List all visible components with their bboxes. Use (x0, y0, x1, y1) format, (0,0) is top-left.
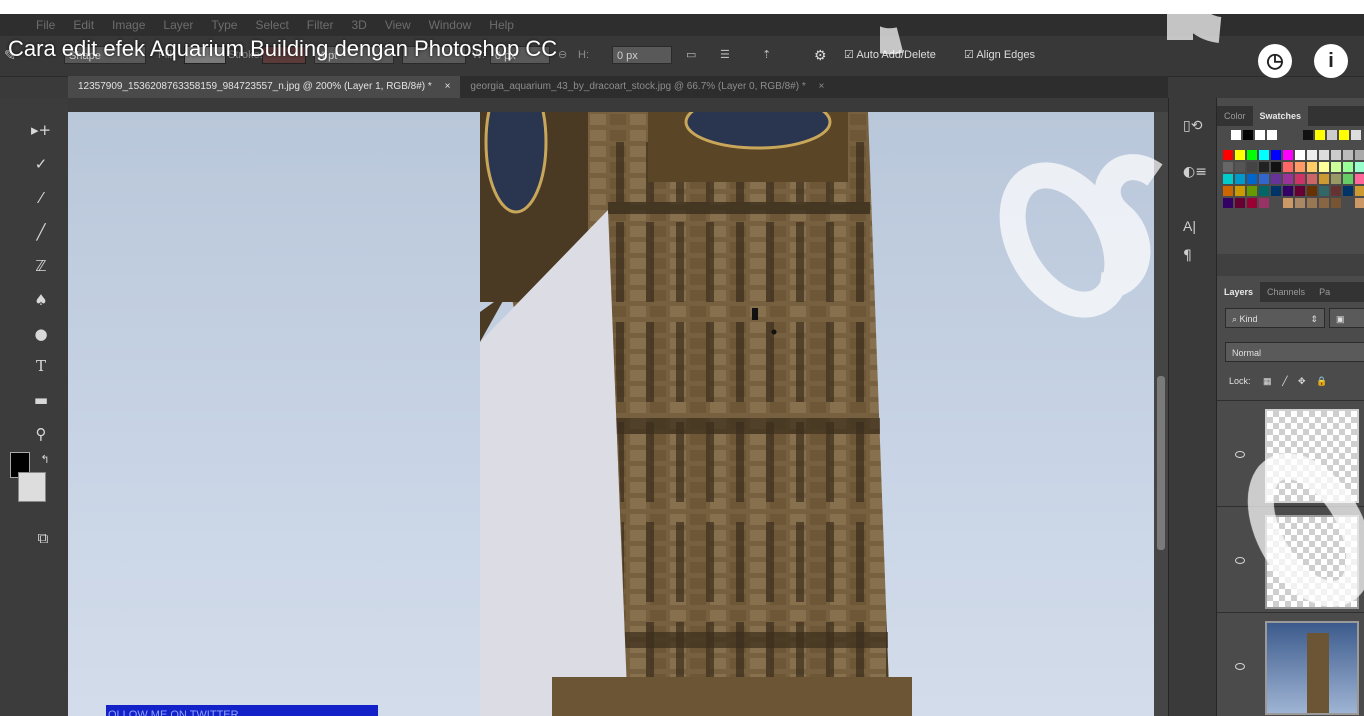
link-icon[interactable]: ⊖ (558, 46, 567, 64)
zoom-icon[interactable]: ⚲ (28, 422, 54, 446)
layer-kind-filter[interactable]: ⌕ Kind ⇕ (1225, 308, 1325, 328)
document-tab-bar: 12357909_1536208763358159_984723557_n.jp… (68, 76, 1168, 98)
h-label: H: (578, 49, 589, 61)
tab-channels[interactable]: Channels (1260, 282, 1312, 302)
menu-window[interactable]: Window (429, 18, 472, 32)
eye-icon[interactable] (1235, 663, 1245, 670)
layer-row[interactable] (1217, 506, 1364, 611)
close-icon[interactable]: × (819, 81, 825, 92)
layer-row[interactable] (1217, 612, 1364, 716)
height-field[interactable]: 0 px (612, 46, 672, 64)
scrollbar-thumb[interactable] (1157, 376, 1165, 550)
panel-divider (1217, 254, 1364, 276)
type-tool-icon[interactable]: T (28, 354, 54, 378)
paint-bucket-icon[interactable]: ♠ (28, 288, 54, 312)
layer-thumbnail-photo (1265, 621, 1359, 715)
background-color[interactable] (18, 472, 46, 502)
eye-icon[interactable] (1235, 451, 1245, 458)
document-tab[interactable]: georgia_aquarium_43_by_dracoart_stock.jp… (460, 76, 834, 98)
character-panel-icon[interactable]: A| (1183, 218, 1196, 234)
lock-transparent-icon[interactable]: ▦ (1263, 376, 1272, 386)
layer-thumbnail (1265, 515, 1359, 609)
menu-type[interactable]: Type (211, 18, 237, 32)
paragraph-panel-icon[interactable]: ¶ (1183, 248, 1192, 264)
tab-color[interactable]: Color (1217, 106, 1253, 126)
document-tab-active[interactable]: 12357909_1536208763358159_984723557_n.jp… (68, 76, 461, 98)
move-tool-icon[interactable]: ▸+ (28, 118, 54, 142)
quick-selection-icon[interactable]: ✓ (28, 152, 54, 176)
menu-view[interactable]: View (385, 18, 411, 32)
menu-help[interactable]: Help (489, 18, 514, 32)
align-edges-label: Align Edges (976, 49, 1036, 61)
auto-add-delete-checkbox[interactable]: ☑ Auto Add/Delete (844, 46, 936, 64)
right-panels: Color Swatches Layers Channels Pa ⌕ Kind… (1216, 98, 1364, 716)
tools-panel: ▸+ ✓ ⁄ ╱ ℤ ♠ ● T ▬ ⚲ ↰ ⧉ (0, 98, 68, 716)
layer-thumbnail (1265, 409, 1359, 503)
path-arrangement-icon[interactable]: ⇡ (762, 46, 771, 64)
lock-label: Lock: (1229, 376, 1251, 386)
big-ben-photo (480, 112, 912, 716)
align-edges-checkbox[interactable]: ☑ Align Edges (964, 46, 1035, 64)
document-tab-label: georgia_aquarium_43_by_dracoart_stock.jp… (470, 81, 806, 92)
panel-dock: ▯⟲ ◐≡ A| ¶ (1168, 98, 1217, 716)
path-alignment-icon[interactable]: ☰ (720, 46, 730, 64)
screen-mode-icon[interactable]: ⧉ (30, 526, 56, 550)
tab-paths[interactable]: Pa (1312, 282, 1337, 302)
menu-bar: File Edit Image Layer Type Select Filter… (0, 14, 1364, 36)
layers-panel-tabs: Layers Channels Pa (1217, 282, 1364, 302)
history-panel-icon[interactable]: ▯⟲ (1183, 118, 1202, 134)
document-tab-label: 12357909_1536208763358159_984723557_n.jp… (78, 81, 432, 92)
adjustments-panel-icon[interactable]: ◐≡ (1183, 164, 1207, 180)
menu-edit[interactable]: Edit (73, 18, 94, 32)
rectangle-tool-icon[interactable]: ▬ (28, 388, 54, 412)
photoshop-window: File Edit Image Layer Type Select Filter… (0, 14, 1364, 716)
brush-icon[interactable]: ╱ (28, 220, 54, 244)
info-icon[interactable]: i (1314, 44, 1348, 78)
clock-icon[interactable]: ◷ (1258, 44, 1292, 78)
dodge-icon[interactable]: ● (28, 322, 54, 346)
swap-colors-icon[interactable]: ↰ (32, 448, 58, 472)
menu-file[interactable]: File (36, 18, 55, 32)
lock-all-icon[interactable]: 🔒 (1316, 376, 1327, 386)
color-panel-tabs: Color Swatches (1217, 106, 1364, 126)
close-icon[interactable]: × (445, 81, 451, 92)
kind-filter-label: Kind (1239, 314, 1258, 324)
menu-image[interactable]: Image (112, 18, 145, 32)
menu-3d[interactable]: 3D (351, 18, 366, 32)
tab-swatches[interactable]: Swatches (1252, 106, 1309, 126)
document-canvas[interactable] (68, 112, 1154, 716)
lock-row: Lock: ▦ ╱ ✥ 🔒 (1229, 376, 1327, 387)
layer-row[interactable] (1217, 400, 1364, 505)
gear-icon[interactable]: ⚙ (814, 46, 827, 64)
menu-layer[interactable]: Layer (163, 18, 193, 32)
eyedropper-icon[interactable]: ⁄ (28, 186, 54, 210)
lock-position-icon[interactable]: ✥ (1298, 376, 1306, 386)
history-brush-icon[interactable]: ℤ (28, 254, 54, 278)
lock-pixels-icon[interactable]: ╱ (1282, 376, 1287, 386)
menu-select[interactable]: Select (255, 18, 288, 32)
twitter-banner: OLLOW ME ON TWITTER (106, 705, 378, 716)
path-operations-icon[interactable]: ▭ (686, 46, 696, 64)
auto-add-delete-label: Auto Add/Delete (856, 49, 936, 61)
menu-filter[interactable]: Filter (307, 18, 334, 32)
image-filter-icon[interactable]: ▣ (1329, 308, 1364, 328)
eye-icon[interactable] (1235, 557, 1245, 564)
tower-thumbnail (1307, 633, 1329, 713)
canvas-vertical-scrollbar[interactable] (1154, 112, 1168, 716)
blend-mode-select[interactable]: Normal (1225, 342, 1364, 362)
stepper-icon: ⇕ (1310, 314, 1318, 324)
video-title: Cara edit efek Aquarium Building dengan … (8, 36, 558, 61)
tab-layers[interactable]: Layers (1217, 282, 1261, 302)
